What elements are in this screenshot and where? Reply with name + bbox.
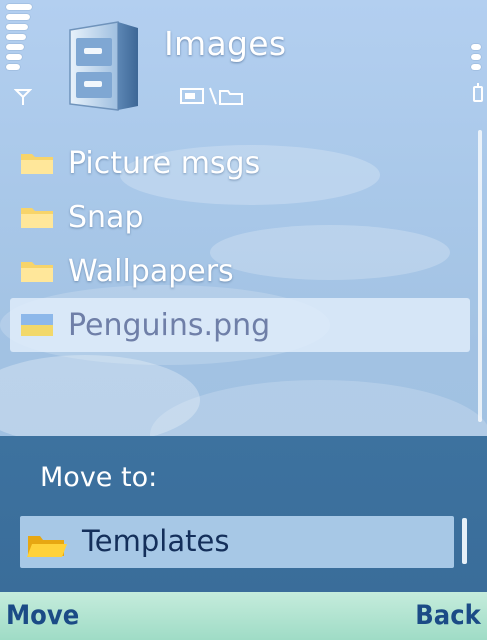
list-item-picture-msgs[interactable]: Picture msgs bbox=[10, 136, 470, 190]
signal-strength-icon bbox=[6, 4, 32, 70]
folder-open-icon bbox=[27, 536, 67, 557]
folder-icon bbox=[21, 262, 53, 282]
list-item-wallpapers[interactable]: Wallpapers bbox=[10, 244, 470, 298]
list-scrollbar[interactable] bbox=[478, 130, 482, 422]
phone-screen: Images Picture msgs Snap Wallpapers Peng… bbox=[0, 0, 487, 640]
list-item-label: Penguins.png bbox=[68, 307, 271, 343]
list-item-label: Snap bbox=[68, 199, 144, 235]
folder-icon bbox=[21, 154, 53, 174]
back-softkey[interactable]: Back bbox=[416, 600, 481, 631]
dialog-scrollbar[interactable] bbox=[462, 518, 467, 564]
move-softkey[interactable]: Move bbox=[6, 600, 79, 631]
folder-icon bbox=[21, 208, 53, 228]
list-item-penguins[interactable]: Penguins.png bbox=[10, 298, 470, 352]
image-file-icon bbox=[21, 314, 53, 336]
list-item-label: Picture msgs bbox=[68, 145, 261, 181]
list-item-snap[interactable]: Snap bbox=[10, 190, 470, 244]
destination-folder-field[interactable]: Templates bbox=[20, 516, 454, 568]
list-item-label: Wallpapers bbox=[68, 253, 234, 289]
destination-folder-label: Templates bbox=[82, 524, 230, 558]
move-to-dialog: Move to: Templates bbox=[0, 436, 487, 592]
file-cabinet-icon bbox=[69, 21, 138, 111]
battery-icon bbox=[473, 83, 483, 102]
battery-level-icon bbox=[471, 44, 481, 70]
antenna-icon bbox=[14, 89, 32, 105]
dialog-label: Move to: bbox=[40, 462, 158, 493]
memory-and-folder-icons bbox=[180, 87, 243, 105]
page-title: Images bbox=[164, 24, 287, 63]
softkey-bar: Move Back bbox=[0, 592, 487, 640]
file-list: Picture msgs Snap Wallpapers Penguins.pn… bbox=[10, 136, 470, 352]
